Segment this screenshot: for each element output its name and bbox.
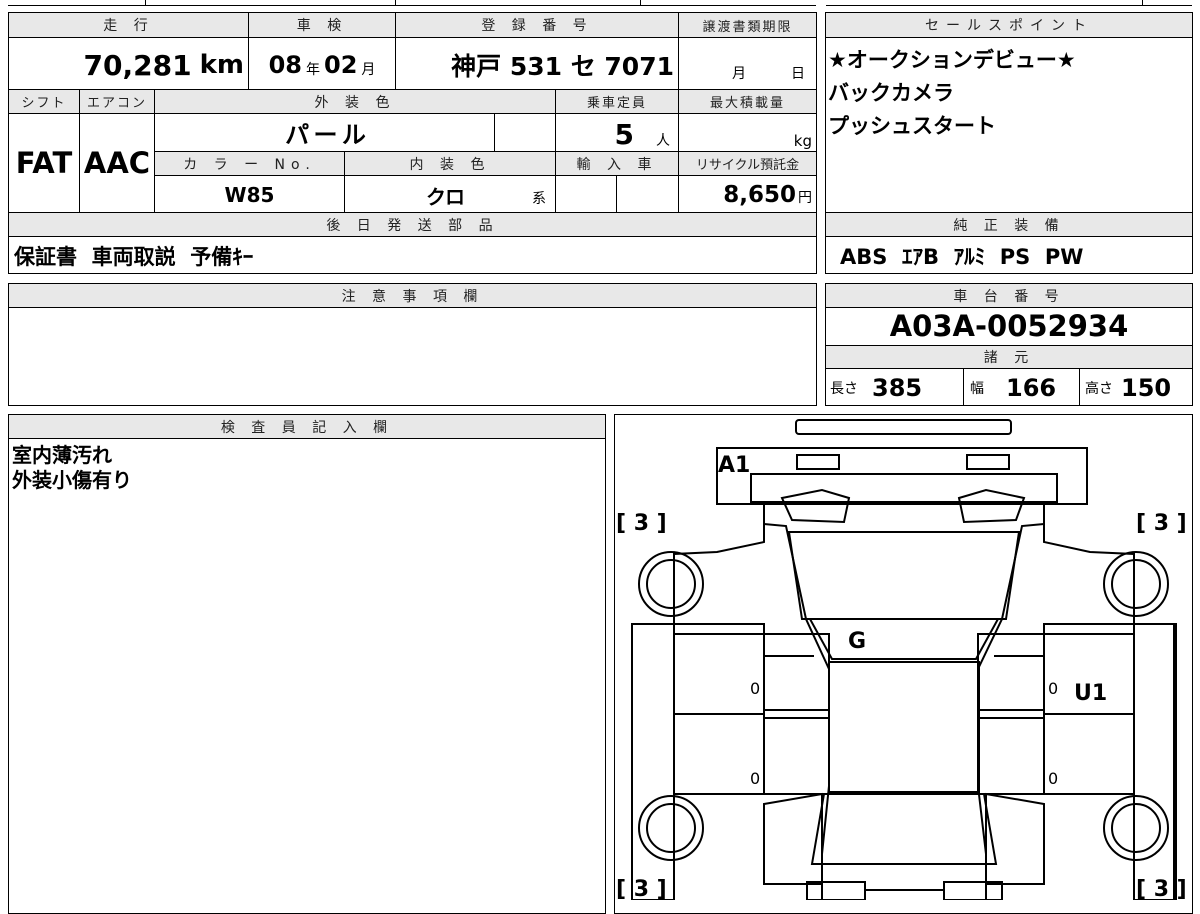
capacity-header: 乗車定員 xyxy=(556,90,678,114)
spec-length: 長さ 385 xyxy=(830,373,923,402)
recycle-value: 8,650 円 xyxy=(723,182,812,208)
sales-line: プッシュスタート xyxy=(828,114,996,138)
chassis-header: 車 台 番 号 xyxy=(826,284,1192,308)
sales-line: ★オークションデビュー★ xyxy=(828,48,1076,72)
tire-rear-left: [ 3 ] xyxy=(616,877,667,900)
ac-value: AAC xyxy=(83,146,151,180)
color-no-value: W85 xyxy=(224,183,275,207)
specs-header: 諸 元 xyxy=(826,345,1192,369)
transfer-value: 月 日 xyxy=(732,66,805,82)
chassis-value: A03A-0052934 xyxy=(889,309,1129,343)
interior-unit: 系 xyxy=(532,191,546,207)
interior-header: 内 装 色 xyxy=(345,152,555,176)
shift-header: シフト xyxy=(9,90,79,114)
sales-lines: ★オークションデビュー★ バックカメラ プッシュスタート xyxy=(828,44,1076,143)
tire-rear-right: [ 3 ] xyxy=(1136,877,1187,900)
capacity-value: 5 人 xyxy=(614,117,670,151)
inspection-header: 車 検 xyxy=(249,13,395,38)
spec-height: 高さ 150 xyxy=(1085,373,1172,402)
panel-right-rear: 0 xyxy=(1048,769,1058,788)
mark-u1: U1 xyxy=(1074,681,1107,706)
shift-value: FAT xyxy=(15,146,73,180)
tire-front-left: [ 3 ] xyxy=(616,511,667,536)
inspector-lines: 室内薄汚れ 外装小傷有り xyxy=(12,443,132,493)
equipment-header: 純 正 装 備 xyxy=(826,213,1192,237)
tire-front-right: [ 3 ] xyxy=(1136,511,1187,536)
color-no-header: カ ラ ー No. xyxy=(155,152,344,176)
max-load-value: kg xyxy=(793,132,812,150)
transfer-header: 譲渡書類期限 xyxy=(679,13,816,38)
panel-left-rear: 0 xyxy=(750,769,760,788)
recycle-header: リサイクル預託金 xyxy=(679,152,816,176)
registration-value: 神戸 531 セ 7071 xyxy=(451,52,674,81)
registration-header: 登 録 番 号 xyxy=(396,13,678,38)
equipment-value: ABS ｴｱB ｱﾙﾐ PS PW xyxy=(840,245,1084,269)
spec-width: 幅 166 xyxy=(970,373,1057,402)
sales-line: バックカメラ xyxy=(828,81,954,105)
max-load-header: 最大積載量 xyxy=(679,90,816,114)
exterior-value: パ ー ル xyxy=(285,121,366,149)
car-diagram: A1 G U1 [ 3 ] [ 3 ] [ 3 ] [ 3 ] 0 0 0 0 xyxy=(616,419,1187,900)
ac-header: エアコン xyxy=(80,90,154,114)
panel-right-front: 0 xyxy=(1048,679,1058,698)
inspector-header: 検 査 員 記 入 欄 xyxy=(9,415,605,439)
mileage-header: 走 行 xyxy=(9,13,248,38)
exterior-header: 外 装 色 xyxy=(155,90,555,114)
mark-g: G xyxy=(848,629,866,654)
sales-header: セールスポイント xyxy=(826,13,1192,38)
inspector-line: 室内薄汚れ xyxy=(12,443,112,467)
import-header: 輸 入 車 xyxy=(556,152,678,176)
mark-a1: A1 xyxy=(718,453,750,478)
inspection-value: 08 年 02 月 xyxy=(268,51,376,79)
mileage-value: 70,281 km xyxy=(83,48,244,82)
notes-header: 注 意 事 項 欄 xyxy=(9,284,816,308)
inspector-line: 外装小傷有り xyxy=(12,468,132,492)
interior-value: クロ xyxy=(426,184,465,209)
shipment-header: 後 日 発 送 部 品 xyxy=(9,213,816,237)
panel-left-front: 0 xyxy=(750,679,760,698)
shipment-value: 保証書 車両取説 予備ｷｰ xyxy=(14,245,254,269)
